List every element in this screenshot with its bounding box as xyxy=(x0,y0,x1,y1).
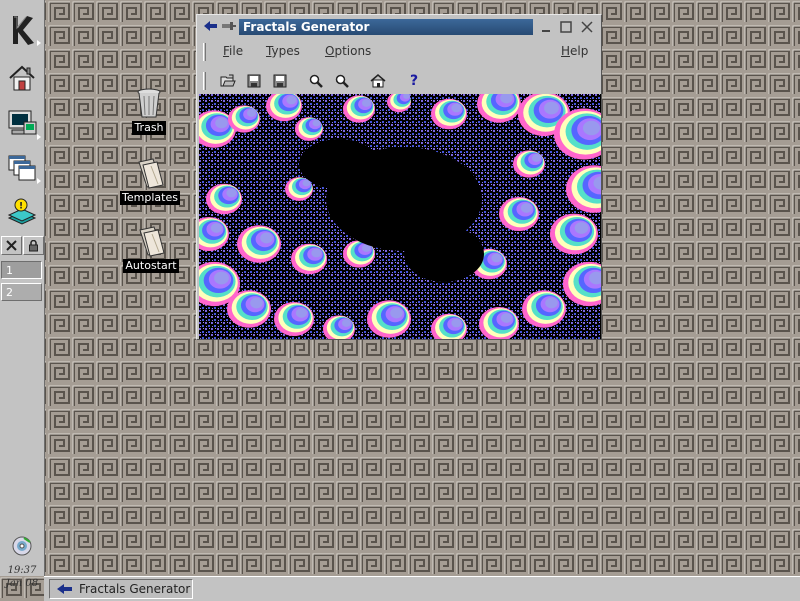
fractal-bulb-ring xyxy=(210,223,223,233)
fractal-bulb-ring xyxy=(531,154,542,162)
computer-terminal-icon xyxy=(8,110,37,135)
fractal-bulb-ring xyxy=(544,101,559,115)
fractal-bulb-ring xyxy=(260,232,273,244)
help-center-button[interactable]: ! xyxy=(2,190,42,234)
kde-panel: ! 1 2 19:37 Jan 08 xyxy=(0,0,45,589)
window-titlebar[interactable]: Fractals Generator xyxy=(199,17,599,37)
help-icon: ? xyxy=(409,73,419,89)
save-button[interactable] xyxy=(245,72,263,90)
cd-disc-icon xyxy=(12,536,32,556)
open-icon xyxy=(220,74,236,87)
menubar-grip[interactable] xyxy=(203,43,206,61)
app-icon[interactable] xyxy=(203,19,219,36)
toolbar: ? xyxy=(199,69,599,93)
terminal-button[interactable] xyxy=(2,102,42,146)
menubar: File Types Options Help xyxy=(199,41,599,63)
home-view-button[interactable] xyxy=(369,72,387,90)
zoom-out-icon xyxy=(335,74,349,88)
help-button[interactable]: ? xyxy=(405,72,423,90)
kde-k-icon xyxy=(13,16,34,45)
expand-arrow-icon xyxy=(37,40,41,46)
menu-types[interactable]: Types xyxy=(266,44,300,58)
logout-button[interactable] xyxy=(1,236,22,255)
fractal-bulb-ring xyxy=(451,103,462,113)
zoom-in-button[interactable] xyxy=(307,72,325,90)
clock-time: 19:37 xyxy=(7,565,37,576)
open-button[interactable] xyxy=(219,72,237,90)
fractal-app-icon xyxy=(57,584,72,594)
save-icon xyxy=(247,74,261,88)
desktop-icon-label: Templates xyxy=(120,191,180,205)
fractal-bulb-ring xyxy=(500,313,513,323)
fractal-bulb-ring xyxy=(295,308,308,318)
task-label: Fractals Generator xyxy=(79,582,191,596)
fractal-image xyxy=(188,85,622,345)
save-as-button[interactable] xyxy=(271,72,289,90)
home-icon xyxy=(9,65,35,91)
windows-list-button[interactable] xyxy=(2,146,42,190)
home-icon xyxy=(370,74,386,88)
fractal-canvas[interactable] xyxy=(188,85,622,345)
fractal-bulb-ring xyxy=(390,307,403,319)
fractal-bulb-ring xyxy=(215,117,228,129)
fractal-bulb-ring xyxy=(286,95,297,105)
templates-desktop-icon[interactable]: Templates xyxy=(118,156,182,205)
fractal-bulb-ring xyxy=(312,119,321,127)
fractal-bulb-ring xyxy=(311,248,322,258)
fractal-app-icon xyxy=(204,21,217,31)
toolbar-grip[interactable] xyxy=(203,72,206,90)
taskbar: Fractals Generator xyxy=(44,576,800,601)
fractal-bulb-ring xyxy=(545,297,558,309)
cd-player-button[interactable] xyxy=(2,532,42,560)
menu-options[interactable]: Options xyxy=(325,44,371,58)
desktop-icon-label: Trash xyxy=(132,121,166,135)
fractal-bulb-ring xyxy=(226,188,237,198)
home-folder-button[interactable] xyxy=(2,56,42,100)
zoom-in-icon xyxy=(309,74,323,88)
window-title: Fractals Generator xyxy=(239,19,533,35)
trash-can-icon xyxy=(137,88,161,118)
k-menu-button[interactable] xyxy=(2,8,42,52)
menu-help[interactable]: Help xyxy=(561,44,588,58)
pin-icon xyxy=(222,22,236,30)
fractal-center xyxy=(404,226,484,282)
sticky-pin-button[interactable] xyxy=(221,19,237,36)
fractal-center xyxy=(299,139,379,189)
fractal-bulb-ring xyxy=(341,319,352,327)
close-icon[interactable] xyxy=(580,20,594,34)
lock-icon xyxy=(29,239,38,251)
help-book-icon: ! xyxy=(7,198,37,225)
task-fractals-generator[interactable]: Fractals Generator xyxy=(49,579,193,599)
trash-desktop-icon[interactable]: Trash xyxy=(126,86,172,135)
save-as-icon xyxy=(273,74,287,88)
close-x-icon xyxy=(6,240,17,251)
fractal-bulb-ring xyxy=(214,271,229,285)
clock-date: Jan 08 xyxy=(5,578,39,589)
expand-arrow-icon xyxy=(37,178,41,184)
fractal-bulb-ring xyxy=(361,99,372,107)
svg-text:!: ! xyxy=(19,202,23,212)
fractal-bulb-ring xyxy=(451,318,462,328)
clock[interactable]: 19:37 Jan 08 xyxy=(0,564,44,590)
fractal-bulb-ring xyxy=(520,203,533,213)
fractal-bulb-ring xyxy=(250,297,263,309)
fractal-bulb-ring xyxy=(582,120,601,136)
expand-arrow-icon xyxy=(37,134,41,140)
folder-icon xyxy=(138,158,164,189)
desktop-icon-label: Autostart xyxy=(123,259,179,273)
fractal-bulb-ring xyxy=(574,222,589,234)
folder-icon xyxy=(139,226,165,257)
desktop-2-button[interactable]: 2 xyxy=(1,283,42,301)
desktop-1-button[interactable]: 1 xyxy=(1,261,42,279)
autostart-desktop-icon[interactable]: Autostart xyxy=(122,224,180,273)
lock-screen-button[interactable] xyxy=(23,236,44,255)
zoom-out-button[interactable] xyxy=(333,72,351,90)
fractals-window: Fractals Generator File Types Options He… xyxy=(188,14,622,345)
window-list-icon xyxy=(8,155,36,181)
minimize-icon[interactable] xyxy=(539,20,553,34)
fractal-bulb-ring xyxy=(491,253,502,263)
fractal-bulb-ring xyxy=(246,109,257,117)
menu-file[interactable]: File xyxy=(223,44,243,58)
maximize-icon[interactable] xyxy=(559,20,573,34)
